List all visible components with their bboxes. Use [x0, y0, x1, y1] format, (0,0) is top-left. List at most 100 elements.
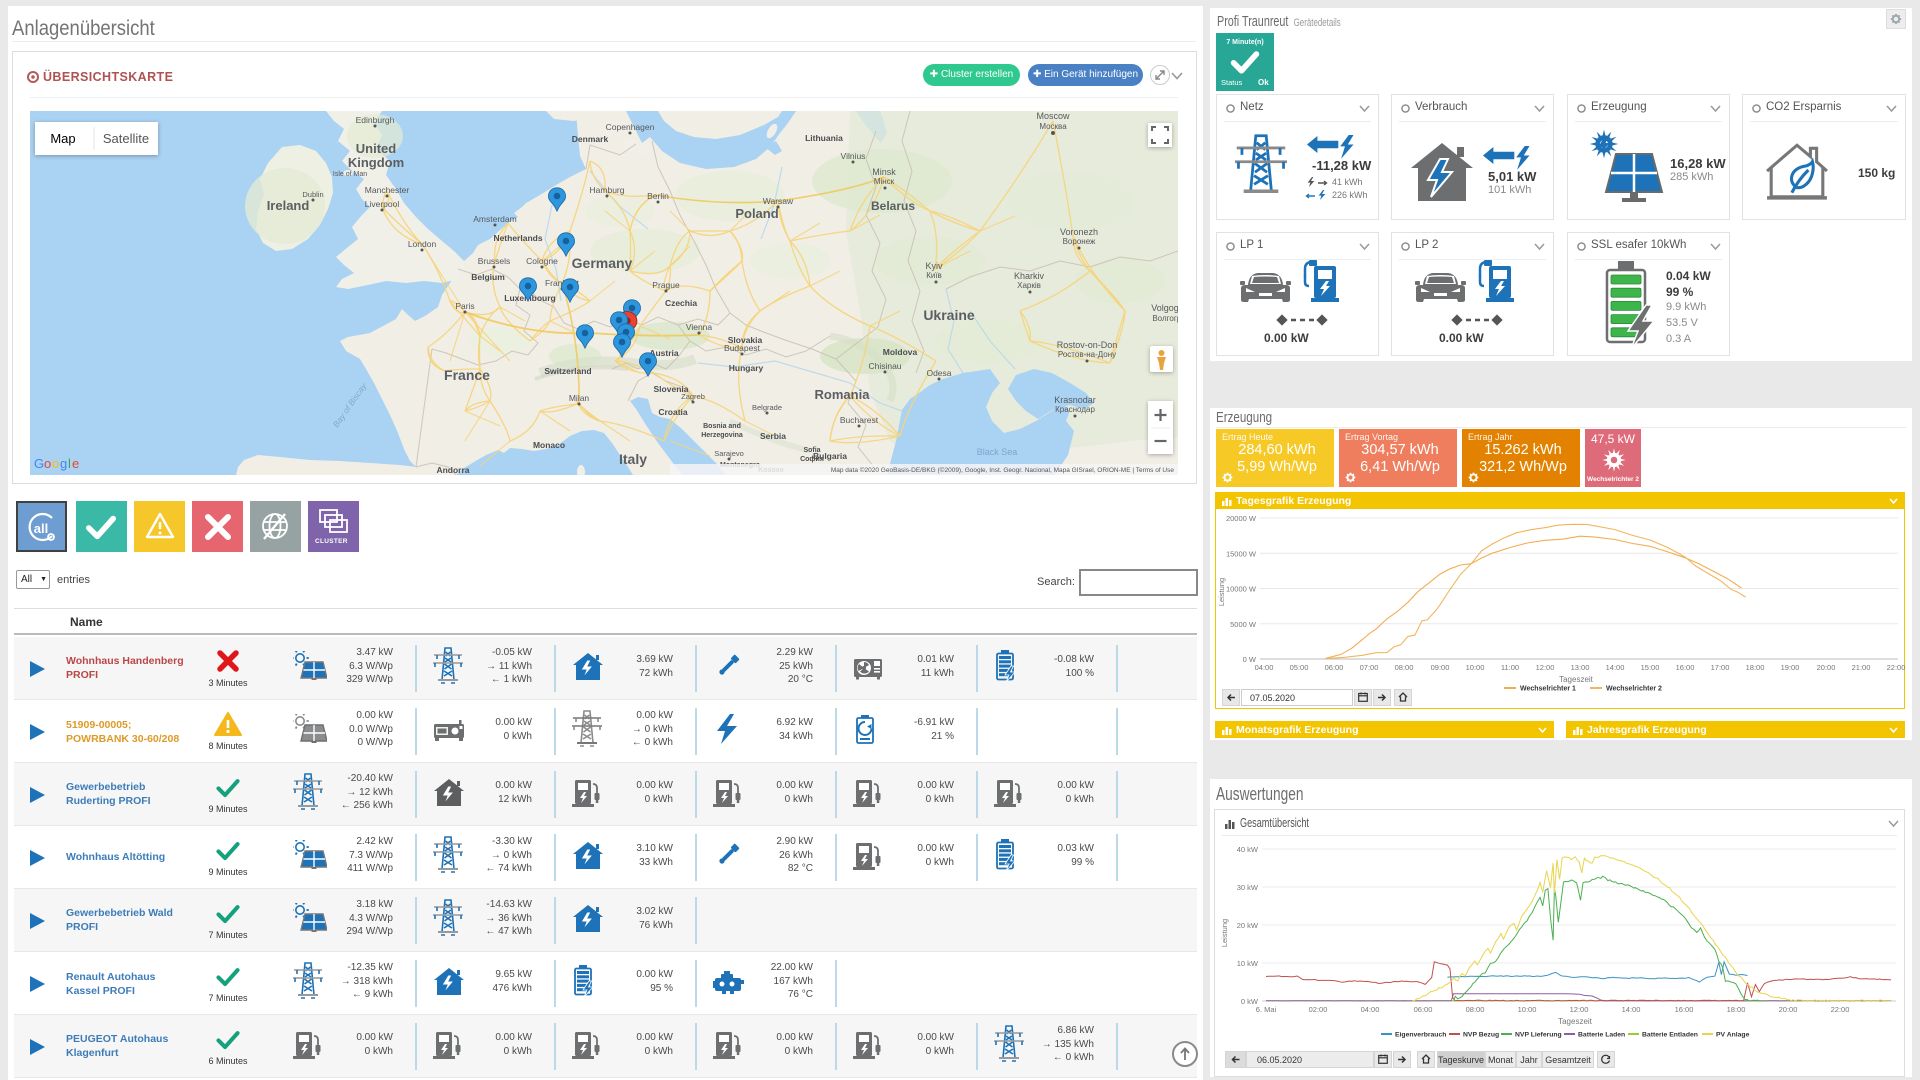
- svg-text:08:00: 08:00: [1395, 663, 1414, 672]
- svg-text:04:00: 04:00: [1361, 1005, 1380, 1014]
- svg-text:05:00: 05:00: [1290, 663, 1309, 672]
- svg-text:Kyiv: Kyiv: [925, 261, 943, 271]
- svg-text:19:00: 19:00: [1781, 663, 1800, 672]
- svg-text:Isle of Man: Isle of Man: [333, 171, 367, 178]
- svg-text:l: l: [68, 456, 71, 471]
- svg-text:Herzegovina: Herzegovina: [701, 432, 743, 439]
- svg-text:Moldova: Moldova: [883, 347, 918, 357]
- svg-text:14:00: 14:00: [1622, 1005, 1641, 1014]
- svg-text:Cologne: Cologne: [526, 256, 558, 266]
- svg-text:Prague: Prague: [652, 280, 680, 290]
- svg-text:Milan: Milan: [569, 393, 590, 403]
- svg-text:Satellite: Satellite: [103, 131, 149, 146]
- svg-text:Eigenverbrauch: Eigenverbrauch: [1395, 1032, 1446, 1039]
- svg-text:o: o: [44, 456, 51, 471]
- svg-text:11:00: 11:00: [1501, 663, 1519, 672]
- svg-text:Wechselrichter 2: Wechselrichter 2: [1606, 686, 1662, 693]
- svg-text:Belarus: Belarus: [871, 199, 915, 213]
- svg-text:Batterie Entladen: Batterie Entladen: [1642, 1032, 1698, 1039]
- svg-text:Brussels: Brussels: [478, 256, 511, 266]
- svg-text:Czechia: Czechia: [665, 298, 697, 308]
- svg-text:Netherlands: Netherlands: [493, 233, 542, 243]
- svg-text:40 kW: 40 kW: [1237, 845, 1259, 854]
- svg-text:30 kW: 30 kW: [1237, 883, 1259, 892]
- svg-text:Odesa: Odesa: [926, 368, 951, 378]
- svg-text:20:00: 20:00: [1817, 663, 1836, 672]
- svg-text:02:00: 02:00: [1309, 1005, 1328, 1014]
- svg-text:Мінск: Мінск: [874, 177, 895, 186]
- svg-text:15:00: 15:00: [1641, 663, 1660, 672]
- svg-text:13:00: 13:00: [1571, 663, 1590, 672]
- svg-text:22:00: 22:00: [1831, 1005, 1850, 1014]
- svg-text:NVP Lieferung: NVP Lieferung: [1515, 1032, 1562, 1039]
- svg-text:France: France: [444, 367, 490, 383]
- svg-text:all: all: [34, 521, 48, 536]
- svg-text:Andorra: Andorra: [436, 465, 469, 475]
- svg-text:Tageszeit: Tageszeit: [1559, 675, 1594, 684]
- svg-text:Moscow: Moscow: [1036, 111, 1070, 121]
- svg-text:09:00: 09:00: [1431, 663, 1450, 672]
- svg-text:Москва: Москва: [1039, 122, 1067, 131]
- svg-text:Edinburgh: Edinburgh: [356, 115, 395, 125]
- svg-text:Serbia: Serbia: [760, 431, 786, 441]
- svg-text:Poland: Poland: [735, 206, 778, 221]
- svg-text:Map data ©2020 GeoBasis-DE/BKG: Map data ©2020 GeoBasis-DE/BKG (©2009), …: [831, 466, 1175, 474]
- svg-text:PV Anlage: PV Anlage: [1716, 1032, 1750, 1039]
- svg-text:12:00: 12:00: [1570, 1005, 1589, 1014]
- svg-text:София: София: [800, 456, 824, 463]
- svg-text:G: G: [34, 456, 44, 471]
- svg-text:6. Mai: 6. Mai: [1256, 1005, 1277, 1014]
- svg-text:Monaco: Monaco: [533, 440, 565, 450]
- svg-text:Rostov-on-Don: Rostov-on-Don: [1057, 340, 1118, 350]
- svg-text:Berlin: Berlin: [647, 191, 669, 201]
- svg-text:Tageszeit: Tageszeit: [1558, 1017, 1593, 1026]
- svg-text:Romania: Romania: [815, 387, 871, 402]
- svg-text:Denmark: Denmark: [572, 134, 609, 144]
- svg-text:Krasnodar: Krasnodar: [1054, 395, 1096, 405]
- svg-text:Leistung: Leistung: [1217, 578, 1226, 606]
- svg-text:Switzerland: Switzerland: [544, 366, 591, 376]
- svg-text:Hamburg: Hamburg: [590, 185, 625, 195]
- svg-text:10:00: 10:00: [1466, 663, 1485, 672]
- svg-text:Ростов-на-Дону: Ростов-на-Дону: [1058, 350, 1116, 359]
- svg-text:Ukraine: Ukraine: [923, 307, 975, 323]
- svg-text:10 kW: 10 kW: [1237, 959, 1259, 968]
- svg-text:5000 W: 5000 W: [1230, 620, 1257, 629]
- svg-text:Sofia: Sofia: [803, 447, 820, 454]
- svg-text:Sarajevo: Sarajevo: [714, 449, 744, 458]
- svg-text:Lithuania: Lithuania: [805, 133, 843, 143]
- svg-text:Волгогра: Волгогра: [1152, 314, 1178, 323]
- svg-text:NVP Bezug: NVP Bezug: [1463, 1032, 1499, 1039]
- svg-text:07:00: 07:00: [1360, 663, 1379, 672]
- svg-text:Batterie Laden: Batterie Laden: [1578, 1032, 1625, 1039]
- svg-text:Germany: Germany: [572, 255, 633, 271]
- svg-text:Map: Map: [50, 131, 75, 146]
- svg-text:21:00: 21:00: [1852, 663, 1871, 672]
- svg-text:Bucharest: Bucharest: [840, 415, 879, 425]
- svg-text:06:00: 06:00: [1325, 663, 1344, 672]
- svg-text:20 kW: 20 kW: [1237, 921, 1259, 930]
- svg-text:Croatia: Croatia: [658, 407, 688, 417]
- svg-text:Vilnius: Vilnius: [841, 151, 866, 161]
- svg-text:Minsk: Minsk: [872, 167, 896, 177]
- svg-text:Zagreb: Zagreb: [681, 392, 705, 401]
- svg-text:Vienna: Vienna: [686, 322, 713, 332]
- svg-text:Volgogra: Volgogra: [1151, 303, 1178, 313]
- svg-text:Warsaw: Warsaw: [763, 196, 794, 206]
- svg-text:20:00: 20:00: [1779, 1005, 1798, 1014]
- svg-text:g: g: [60, 456, 67, 471]
- svg-text:Hungary: Hungary: [729, 363, 764, 373]
- svg-text:16:00: 16:00: [1676, 663, 1695, 672]
- svg-text:Wechselrichter 1: Wechselrichter 1: [1520, 686, 1576, 693]
- svg-text:10:00: 10:00: [1518, 1005, 1537, 1014]
- svg-text:Харків: Харків: [1017, 281, 1041, 290]
- svg-text:Ireland: Ireland: [267, 198, 310, 213]
- svg-text:Dublin: Dublin: [302, 190, 323, 199]
- svg-text:Краснодар: Краснодар: [1055, 405, 1095, 414]
- svg-text:Manchester: Manchester: [365, 185, 410, 195]
- svg-text:18:00: 18:00: [1727, 1005, 1746, 1014]
- svg-text:Belgium: Belgium: [471, 272, 505, 282]
- svg-text:Liverpool: Liverpool: [365, 199, 400, 209]
- svg-text:United: United: [356, 141, 397, 156]
- svg-text:e: e: [72, 456, 79, 471]
